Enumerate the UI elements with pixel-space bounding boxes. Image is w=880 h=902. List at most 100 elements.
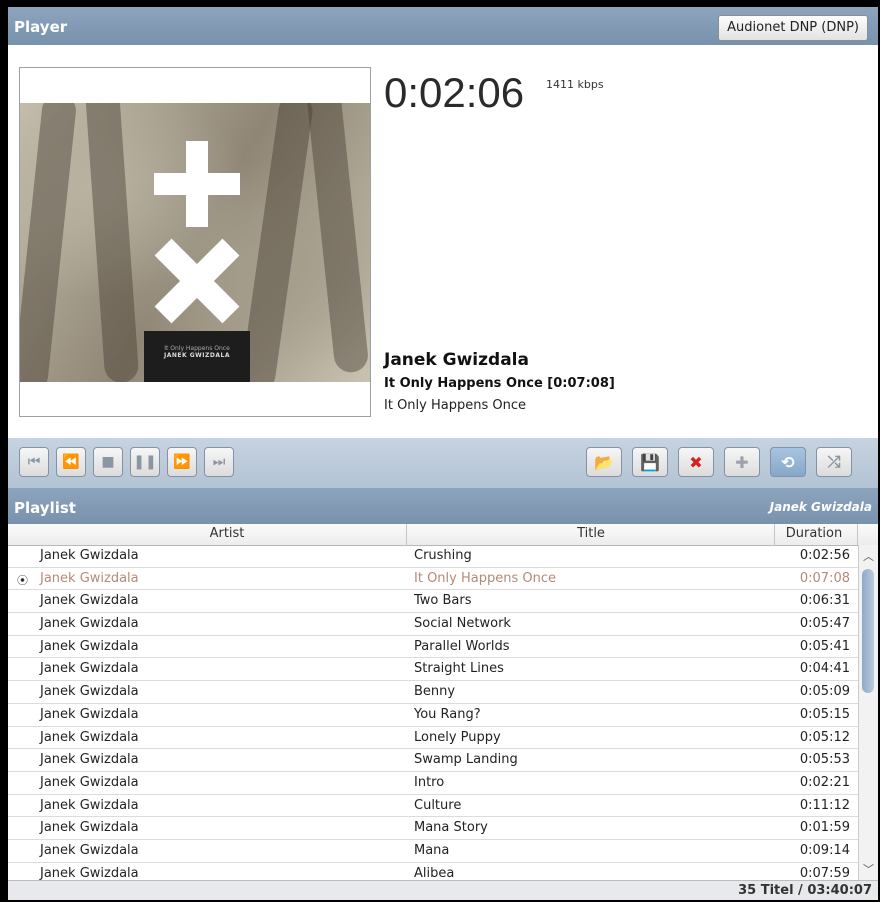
cell-duration: 0:07:59 — [799, 865, 850, 880]
table-row[interactable]: ⦿ Janek Gwizdala It Only Happens Once 0:07:… — [8, 568, 858, 591]
cell-duration: 0:05:09 — [799, 684, 850, 700]
fast-forward-button[interactable]: ⏩ — [167, 447, 197, 477]
column-header-artist[interactable]: Artist — [40, 526, 414, 541]
rewind-icon: ⏪ — [62, 454, 80, 470]
cover-label: It Only Happens Once JANEK GWIZDALA — [144, 331, 250, 382]
column-header-duration[interactable]: Duration — [774, 526, 854, 541]
cell-duration: 0:05:15 — [799, 706, 850, 722]
cover-subtitle: It Only Happens Once — [164, 345, 230, 352]
playlist-table: Artist Title Duration Janek Gwizdala Crus… — [8, 524, 878, 880]
table-row[interactable]: Janek Gwizdala Culture 0:11:12 — [8, 795, 858, 818]
scroll-down-icon[interactable]: ﹀ — [859, 861, 878, 877]
track-title: It Only Happens Once [0:07:08] — [384, 376, 615, 391]
cell-title: Social Network — [414, 616, 511, 632]
delete-button[interactable]: ✖ — [678, 447, 714, 477]
cell-artist: Janek Gwizdala — [40, 774, 139, 790]
device-selector-button[interactable]: Audionet DNP (DNP) — [718, 15, 868, 41]
scroll-up-icon[interactable]: ︿ — [859, 548, 878, 564]
status-bar: 35 Titel / 03:40:07 — [8, 880, 878, 900]
cell-title: Crushing — [414, 548, 472, 563]
album-cover-frame: It Only Happens Once JANEK GWIZDALA — [19, 67, 371, 417]
playlist-title: Playlist — [14, 499, 76, 517]
table-header: Artist Title Duration — [8, 524, 878, 546]
cell-duration: 0:05:41 — [799, 638, 850, 654]
cell-artist: Janek Gwizdala — [40, 865, 139, 880]
cell-title: Straight Lines — [414, 661, 504, 677]
stop-button[interactable]: ■ — [93, 447, 123, 477]
track-artist: Janek Gwizdala — [384, 350, 529, 370]
album-cover: It Only Happens Once JANEK GWIZDALA — [20, 103, 370, 382]
cell-title: Mana Story — [414, 820, 488, 836]
playlist-header: Playlist Janek Gwizdala — [8, 488, 878, 524]
save-playlist-button[interactable]: 💾 — [632, 447, 668, 477]
cell-duration: 0:07:08 — [799, 570, 850, 586]
shuffle-icon: ⤮ — [827, 452, 841, 471]
stop-icon: ■ — [101, 454, 115, 470]
cell-title: Benny — [414, 684, 456, 700]
cell-duration: 0:09:14 — [799, 842, 850, 858]
cell-artist: Janek Gwizdala — [40, 638, 139, 654]
skip-back-button[interactable]: ⏮ — [19, 447, 49, 477]
table-row[interactable]: Janek Gwizdala You Rang? 0:05:15 — [8, 704, 858, 727]
bitrate-label: 1411 kbps — [546, 78, 604, 91]
table-row[interactable]: Janek Gwizdala Mana 0:09:14 — [8, 840, 858, 863]
table-row[interactable]: Janek Gwizdala Alibea 0:07:59 — [8, 863, 858, 880]
cell-duration: 0:01:59 — [799, 820, 850, 836]
open-playlist-button[interactable]: 📂 — [586, 447, 622, 477]
fast-forward-icon: ⏩ — [173, 454, 191, 470]
table-row[interactable]: Janek Gwizdala Crushing 0:02:56 — [8, 545, 858, 568]
player-title: Player — [14, 18, 68, 36]
folder-icon: 📂 — [594, 452, 614, 472]
pause-button[interactable]: ❚❚ — [130, 447, 160, 477]
skip-forward-button[interactable]: ⏭ — [204, 447, 234, 477]
control-bar: ⏮ ⏪ ■ ❚❚ ⏩ ⏭ 📂 💾 ✖ ✚ ⟲ ⤮ — [8, 438, 878, 488]
table-row[interactable]: Janek Gwizdala Straight Lines 0:04:41 — [8, 658, 858, 682]
cell-title: Alibea — [414, 865, 455, 880]
now-playing-icon: ⦿ — [17, 573, 28, 587]
cell-artist: Janek Gwizdala — [40, 593, 139, 609]
playlist-rows: Janek Gwizdala Crushing 0:02:56 ⦿ Janek Gwiz… — [8, 545, 858, 880]
table-row[interactable]: Janek Gwizdala Swamp Landing 0:05:53 — [8, 749, 858, 772]
cell-title: Lonely Puppy — [414, 729, 501, 745]
playlist-summary: 35 Titel / 03:40:07 — [738, 883, 872, 898]
skip-forward-icon: ⏭ — [212, 454, 226, 470]
shuffle-button[interactable]: ⤮ — [816, 447, 852, 477]
track-album: It Only Happens Once — [384, 398, 526, 413]
table-row[interactable]: Janek Gwizdala Intro 0:02:21 — [8, 772, 858, 795]
cell-artist: Janek Gwizdala — [40, 797, 139, 813]
cell-duration: 0:04:41 — [799, 661, 850, 677]
plus-icon: ✚ — [735, 452, 749, 472]
table-row[interactable]: Janek Gwizdala Social Network 0:05:47 — [8, 613, 858, 636]
playlist-artist: Janek Gwizdala — [769, 500, 872, 514]
cell-title: Culture — [414, 797, 462, 813]
cell-artist: Janek Gwizdala — [40, 684, 139, 700]
cell-duration: 0:05:47 — [799, 616, 850, 632]
cell-artist: Janek Gwizdala — [40, 729, 139, 745]
repeat-icon: ⟲ — [781, 452, 795, 472]
add-button[interactable]: ✚ — [724, 447, 760, 477]
cell-title: Swamp Landing — [414, 752, 518, 768]
cell-title: Parallel Worlds — [414, 638, 510, 654]
scroll-thumb[interactable] — [862, 569, 874, 693]
delete-icon: ✖ — [689, 452, 703, 472]
cell-artist: Janek Gwizdala — [40, 820, 139, 836]
player-header: Player Audionet DNP (DNP) — [8, 7, 878, 45]
column-header-title[interactable]: Title — [406, 526, 776, 541]
cell-duration: 0:06:31 — [799, 593, 850, 609]
table-row[interactable]: Janek Gwizdala Lonely Puppy 0:05:12 — [8, 727, 858, 750]
cell-artist: Janek Gwizdala — [40, 570, 139, 586]
pause-icon: ❚❚ — [133, 454, 157, 470]
table-row[interactable]: Janek Gwizdala Two Bars 0:06:31 — [8, 590, 858, 614]
rewind-button[interactable]: ⏪ — [56, 447, 86, 477]
cell-artist: Janek Gwizdala — [40, 661, 139, 677]
table-row[interactable]: Janek Gwizdala Mana Story 0:01:59 — [8, 817, 858, 840]
table-row[interactable]: Janek Gwizdala Benny 0:05:09 — [8, 681, 858, 704]
cell-title: Two Bars — [414, 593, 472, 609]
table-row[interactable]: Janek Gwizdala Parallel Worlds 0:05:41 — [8, 636, 858, 659]
cell-duration: 0:02:21 — [799, 774, 850, 790]
repeat-button[interactable]: ⟲ — [770, 447, 806, 477]
cover-artist: JANEK GWIZDALA — [164, 352, 230, 359]
cell-title: Intro — [414, 774, 445, 790]
playlist-scrollbar[interactable]: ︿ ﹀ — [858, 545, 878, 880]
cell-artist: Janek Gwizdala — [40, 842, 139, 858]
